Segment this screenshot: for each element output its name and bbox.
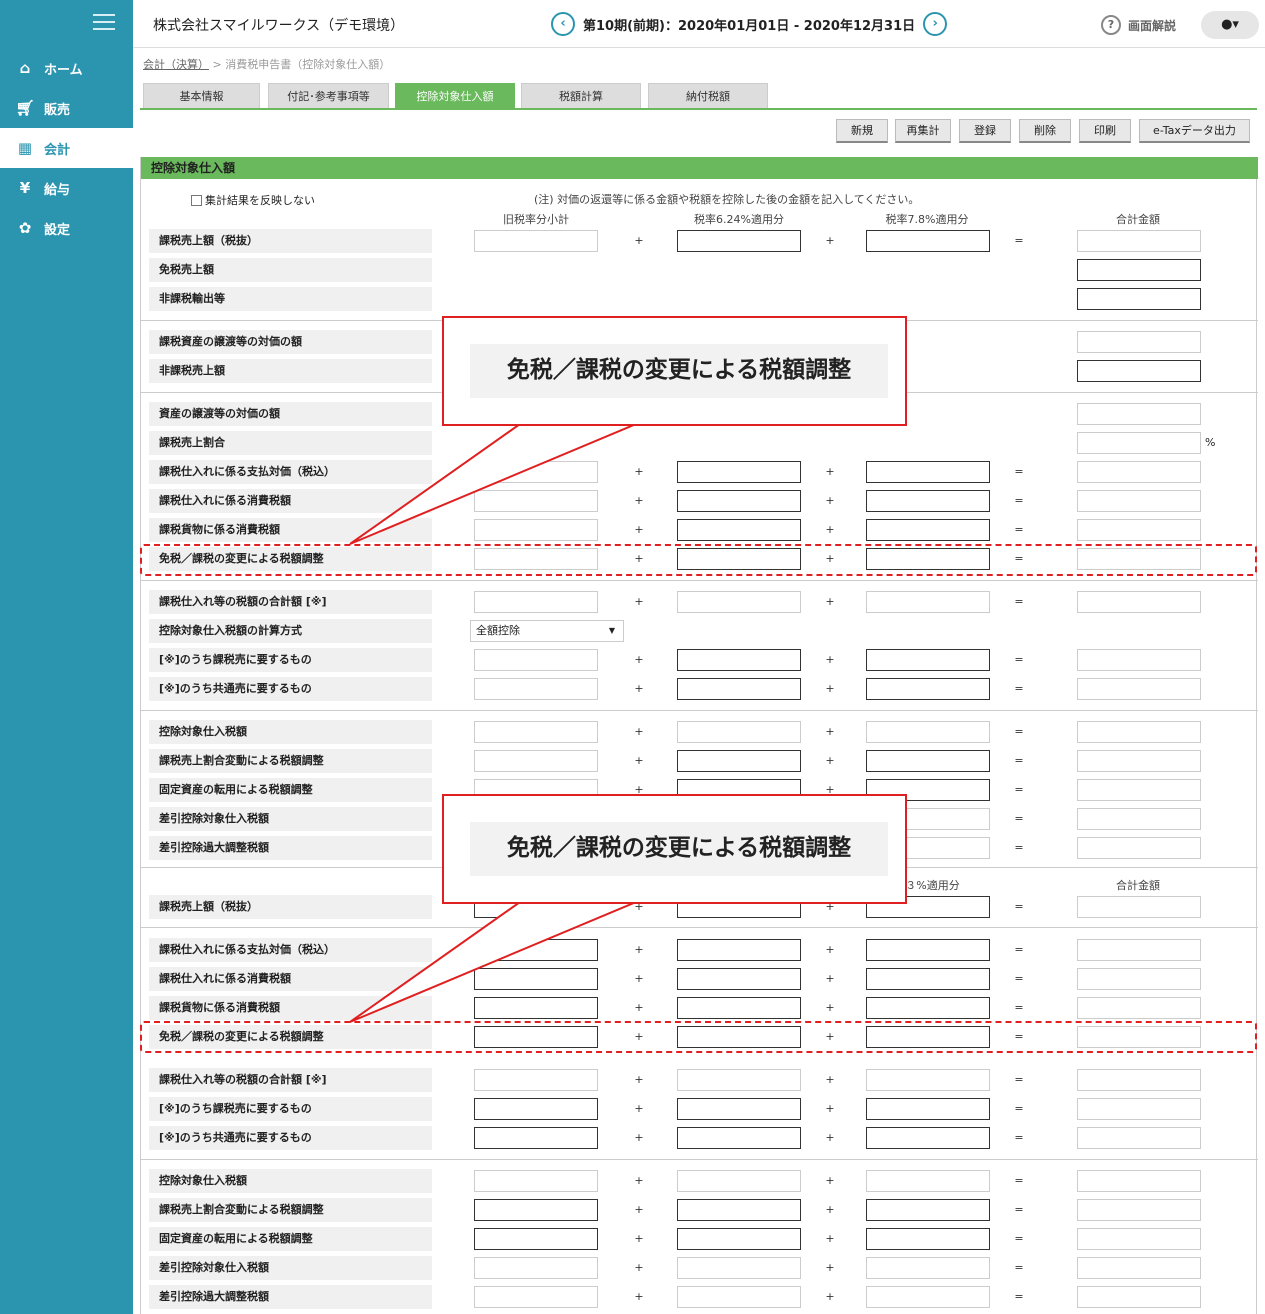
callout-text: 免税／課税の変更による税額調整 — [470, 822, 888, 876]
